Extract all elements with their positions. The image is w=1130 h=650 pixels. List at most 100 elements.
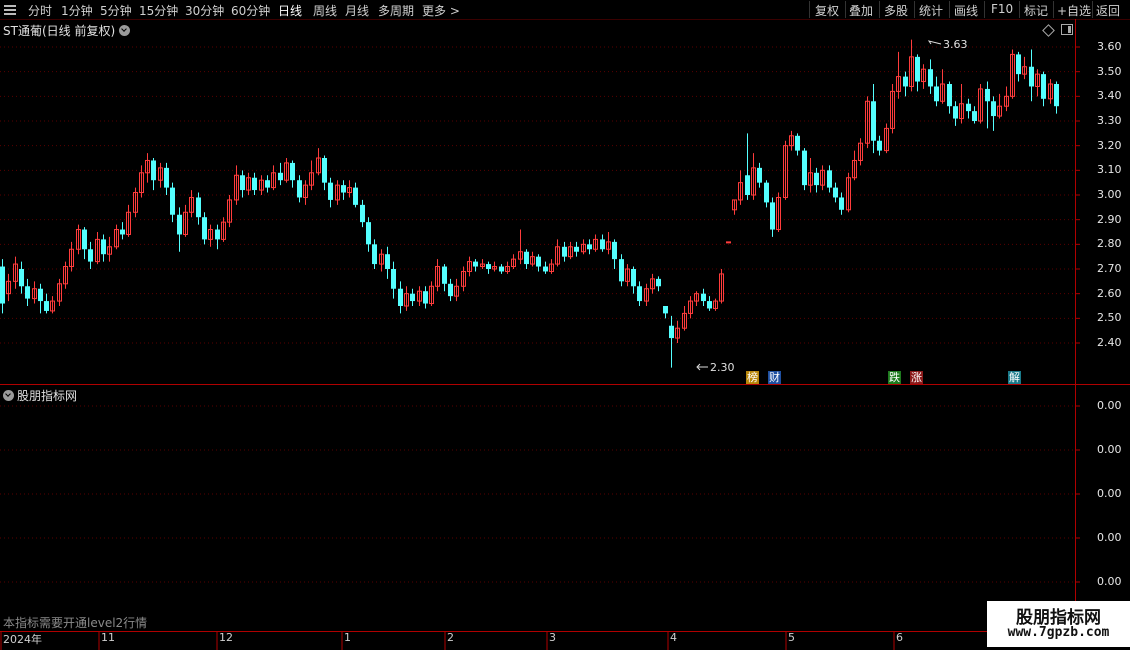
overlay-button[interactable]: 叠加: [849, 2, 873, 19]
candle-body-down: [764, 182, 769, 203]
chart-grid: [0, 46, 1075, 583]
toolbar-divider: [1092, 1, 1093, 18]
price-axis-label: 3.50: [1097, 64, 1122, 78]
price-axis-label: 3.20: [1097, 138, 1122, 152]
toolbar-divider: [949, 1, 950, 18]
candle-body-down: [966, 103, 971, 112]
candle-body-down: [44, 301, 49, 311]
toolbar-divider: [1053, 1, 1054, 18]
layout-toggle-icon[interactable]: [1061, 24, 1073, 35]
period-tab-monthly[interactable]: 月线: [345, 2, 369, 19]
toolbar-divider: [809, 1, 810, 18]
adjust-button[interactable]: 复权: [815, 2, 839, 19]
candle-body-down: [297, 180, 302, 198]
back-button[interactable]: 返回: [1096, 2, 1120, 19]
multi-stock-button[interactable]: 多股: [884, 2, 908, 19]
candle-body-down: [934, 86, 939, 102]
candle-body-down: [587, 244, 592, 250]
candle-body-down: [631, 269, 636, 287]
candle-body-down: [448, 283, 453, 297]
candle-body-down: [290, 162, 295, 181]
candle-body-down: [88, 249, 93, 262]
candle-body-down: [120, 229, 125, 235]
period-tab-multi[interactable]: 多周期: [378, 2, 414, 19]
candle-body-down: [101, 239, 106, 255]
f10-button[interactable]: F10: [991, 2, 1013, 16]
price-axis-label: 2.70: [1097, 262, 1122, 275]
event-badge-rise[interactable]: 涨: [910, 371, 923, 384]
candle-body-down: [385, 254, 390, 269]
period-tab-daily[interactable]: 日线: [278, 2, 302, 19]
candle-body-down: [802, 150, 807, 186]
event-badge-list[interactable]: 榜: [746, 371, 759, 384]
price-axis-label: 2.80: [1097, 237, 1122, 251]
date-axis-label: 2: [447, 631, 454, 644]
candle-body-down: [953, 106, 958, 119]
event-badge-unlock[interactable]: 解: [1008, 371, 1021, 384]
candle-body-down: [1029, 66, 1034, 87]
period-toolbar: 分时 1分钟 5分钟 15分钟 30分钟 60分钟 日线 周线 月线 多周期 更…: [0, 0, 1130, 20]
candle-body-down: [947, 84, 952, 107]
menu-icon[interactable]: [4, 3, 18, 16]
period-tab-30min[interactable]: 30分钟: [185, 2, 224, 19]
date-axis-label: 6: [896, 631, 903, 644]
period-tab-60min[interactable]: 60分钟: [231, 2, 270, 19]
candle-body-down: [707, 301, 712, 309]
candle-body-down: [442, 266, 447, 284]
candle-body-down: [877, 140, 882, 151]
price-axis-label: 3.60: [1097, 40, 1122, 53]
indicator-title: 股朋指标网: [3, 387, 77, 404]
candle-body-down: [410, 293, 415, 302]
toolbar-divider: [879, 1, 880, 18]
candle-body-down: [871, 101, 876, 141]
high-price-label: 3.63: [943, 38, 968, 51]
candle-body-down: [619, 259, 624, 282]
price-axis-label: 3.30: [1097, 114, 1122, 127]
candle-body-down: [240, 175, 245, 191]
candle-body-down: [562, 246, 567, 257]
candle-body-down: [745, 175, 750, 195]
indicator-axis-label: 0.00: [1097, 443, 1122, 456]
candle-body-up: [726, 241, 731, 244]
candle-body-down: [795, 135, 800, 151]
period-tab-fenshi[interactable]: 分时: [28, 2, 52, 19]
event-badge-finance[interactable]: 财: [768, 371, 781, 384]
candle-body-down: [757, 167, 762, 183]
candle-body-down: [391, 269, 396, 289]
candle-body-down: [252, 177, 257, 191]
event-badge-drop[interactable]: 跌: [888, 371, 901, 384]
chevron-down-icon[interactable]: [3, 390, 14, 401]
candle-body-down: [486, 264, 491, 269]
chart-title: ST通葡(日线 前复权): [3, 22, 131, 39]
mark-button[interactable]: 标记: [1024, 2, 1048, 19]
statistics-button[interactable]: 统计: [919, 2, 943, 19]
price-axis-label: 2.50: [1097, 311, 1122, 325]
candle-body-down: [1016, 54, 1021, 75]
candle-body-down: [903, 76, 908, 87]
period-tab-5min[interactable]: 5分钟: [100, 2, 132, 19]
candle-body-down: [322, 158, 327, 183]
toolbar-divider: [845, 1, 846, 18]
price-axis-label: 2.40: [1097, 336, 1122, 349]
candle-body-down: [82, 229, 87, 250]
add-watchlist-button[interactable]: +自选: [1057, 2, 1091, 19]
period-tab-1min[interactable]: 1分钟: [61, 2, 93, 19]
chevron-down-icon[interactable]: [119, 25, 131, 36]
period-tab-weekly[interactable]: 周线: [313, 2, 337, 19]
price-axis-label: 3.00: [1097, 188, 1122, 201]
more-periods-button[interactable]: 更多 >: [422, 2, 460, 19]
price-axis-label: 3.10: [1097, 163, 1122, 177]
candle-body-down: [353, 187, 358, 205]
period-tab-15min[interactable]: 15分钟: [139, 2, 178, 19]
indicator-axis-label: 0.00: [1097, 575, 1122, 588]
candle-body-down: [360, 204, 365, 223]
indicator-axis-label: 0.00: [1097, 531, 1122, 544]
candle-body-down: [366, 222, 371, 245]
price-axis-label: 3.40: [1097, 89, 1122, 103]
candle-body-down: [215, 229, 220, 240]
candle-body-down: [341, 185, 346, 193]
candle-body-down: [196, 197, 201, 218]
draw-line-button[interactable]: 画线: [954, 2, 978, 19]
date-axis-label: 2024年: [3, 633, 42, 646]
candle-body-down: [398, 288, 403, 306]
